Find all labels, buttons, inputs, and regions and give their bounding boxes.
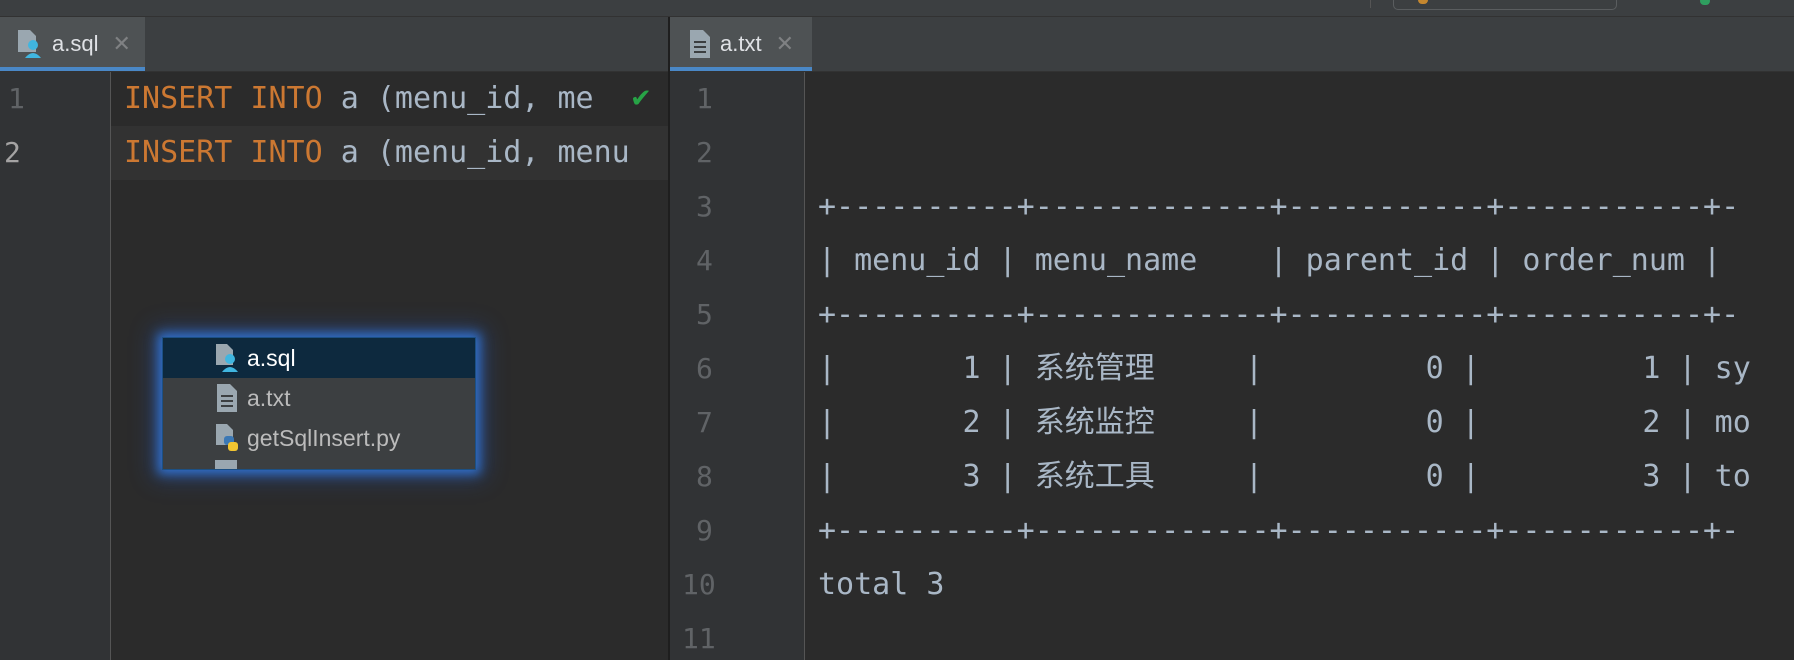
checkmark-icon: ✔ [630,84,652,114]
popup-item-label: a.txt [247,384,291,411]
tab-filename: a.txt [720,31,762,56]
active-tab-indicator [0,67,145,71]
line-number: 9 [696,514,713,547]
table-header-line: 4 | menu_id | menu_name | parent_id | or… [670,234,1794,288]
popup-item-a-txt[interactable]: a.txt [163,378,475,418]
tab-filename: a.sql [52,31,99,56]
text-content: | 1 | 系统管理 | 0 | 1 | sy [818,351,1751,386]
code-text: INSERT INTO a (menu_id, menu [124,126,630,180]
sql-statement-text: a (menu_id, menu [322,135,630,170]
text-content: | menu_id | menu_name | parent_id | orde… [818,243,1740,278]
popup-item-label: getSqlInsert.py [247,424,401,451]
line-number: 1 [8,82,25,115]
table-row-line: 6 | 1 | 系统管理 | 0 | 1 | sy [670,342,1794,396]
right-editor-pane: a.txt ✕ 1 2 3 +----------+-------------+… [670,17,1794,660]
text-content: +----------+-------------+-----------+--… [818,297,1740,332]
text-content: +----------+-------------+-----------+--… [818,513,1740,548]
table-border-line: 9 +----------+-------------+-----------+… [670,504,1794,558]
code-line: 2 INSERT INTO a (menu_id, menu [0,126,668,180]
active-tab-indicator [670,67,812,71]
top-toolbar-strip [0,0,1794,17]
right-tab-bar: a.txt ✕ [670,17,1794,72]
table-row-line: 7 | 2 | 系统监控 | 0 | 2 | mo [670,396,1794,450]
text-content: | 3 | 系统工具 | 0 | 3 | to [818,459,1751,494]
tab-a-txt[interactable]: a.txt ✕ [670,17,812,71]
toolbar-separator [1370,0,1371,8]
left-tab-bar: a.sql ✕ [0,17,668,72]
text-file-icon [217,384,237,412]
line-number: 2 [4,136,21,169]
code-line: 11 [670,612,1794,660]
code-line: 1 INSERT INTO a (menu_id, me ✔ [0,72,668,126]
file-switcher-popup: a.sql a.txt getSqlInsert.py [162,337,476,470]
sql-keyword: INSERT INTO [124,81,323,116]
line-number: 11 [682,622,716,655]
line-number: 3 [696,190,713,223]
text-content: total 3 [818,567,945,602]
line-number: 4 [696,244,713,277]
popup-item-getsqlinsert-py[interactable]: getSqlInsert.py [163,418,475,458]
sql-keyword: INSERT INTO [124,135,323,170]
code-line: 1 [670,72,1794,126]
line-number: 10 [682,568,716,601]
line-number: 1 [696,82,713,115]
text-file-icon [690,30,710,58]
popup-item-a-sql[interactable]: a.sql [163,338,475,378]
sql-file-icon [216,344,238,372]
close-icon[interactable]: ✕ [776,31,794,57]
table-border-line: 5 +----------+-------------+-----------+… [670,288,1794,342]
code-text: INSERT INTO a (menu_id, me [124,72,594,126]
line-number: 2 [696,136,713,169]
run-status-icon[interactable] [1700,0,1710,5]
popup-item-label: a.sql [247,344,296,371]
code-line: 2 [670,126,1794,180]
sql-statement-text: a (menu_id, me [322,81,594,116]
summary-line: 10 total 3 [670,558,1794,612]
close-icon[interactable]: ✕ [112,31,130,57]
python-file-icon [216,424,238,451]
line-number: 6 [696,352,713,385]
file-icon-partial [215,460,237,469]
table-row-line: 8 | 3 | 系统工具 | 0 | 3 | to [670,450,1794,504]
text-editor[interactable]: 1 2 3 +----------+-------------+--------… [670,72,1794,660]
text-content: +----------+-------------+-----------+--… [818,189,1740,224]
line-number: 7 [696,406,713,439]
sql-file-icon [18,30,41,58]
line-number: 5 [696,298,713,331]
tab-a-sql[interactable]: a.sql ✕ [0,17,145,71]
text-content: | 2 | 系统监控 | 0 | 2 | mo [818,405,1751,440]
table-border-line: 3 +----------+-------------+-----------+… [670,180,1794,234]
line-number: 8 [696,460,713,493]
